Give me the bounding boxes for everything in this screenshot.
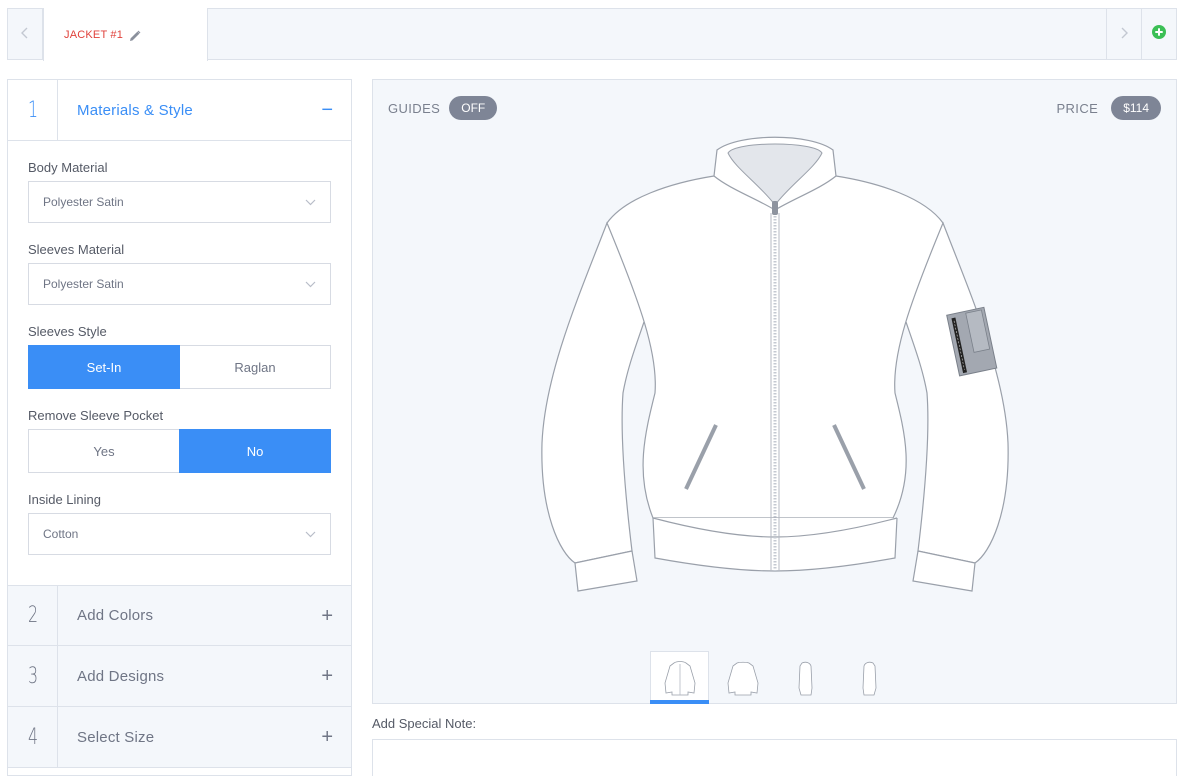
price-label: PRICE — [1056, 100, 1099, 116]
jacket-back-thumb-icon — [727, 661, 758, 695]
sleeves-style-label: Sleeves Style — [28, 324, 107, 339]
section-title: Add Designs — [77, 667, 165, 685]
section-title: Select Size — [77, 728, 155, 746]
body-material-select[interactable]: Polyester Satin — [28, 181, 331, 223]
section-materials-style-body: Body Material Polyester Satin Sleeves Ma… — [8, 141, 351, 585]
special-note-label: Add Special Note: — [372, 716, 477, 731]
sleeves-style-set-in-button[interactable]: Set-In — [28, 345, 180, 389]
tab-next-button[interactable] — [1106, 9, 1141, 59]
thumbnail-back[interactable] — [713, 651, 772, 704]
sleeves-style-toggle: Set-In Raglan — [28, 345, 331, 389]
section-number: 2 — [8, 586, 58, 645]
guides-toggle[interactable]: OFF — [449, 96, 498, 120]
chevron-down-icon — [305, 277, 316, 291]
guides-toggle-group: GUIDES OFF — [388, 96, 498, 120]
jacket-side-thumb-icon — [798, 661, 812, 695]
inside-lining-label: Inside Lining — [28, 492, 101, 507]
sleeves-style-raglan-button[interactable]: Raglan — [180, 345, 331, 389]
price-badge: $114 — [1111, 96, 1161, 120]
expand-icon[interactable]: + — [321, 666, 333, 686]
jacket-preview: GUIDES OFF PRICE $114 — [372, 79, 1177, 704]
inside-lining-value: Cotton — [43, 527, 79, 541]
sleeves-material-label: Sleeves Material — [28, 242, 125, 257]
plus-circle-icon — [1152, 24, 1166, 44]
thumbnail-front[interactable] — [650, 651, 709, 704]
body-material-value: Polyester Satin — [43, 195, 124, 209]
expand-icon[interactable]: + — [321, 606, 333, 626]
body-material-label: Body Material — [28, 160, 108, 175]
section-number: 1 — [8, 80, 58, 140]
chevron-down-icon — [305, 527, 316, 541]
tab-label: JACKET #1 — [64, 28, 124, 41]
remove-pocket-no-button[interactable]: No — [179, 429, 331, 473]
sleeves-material-select[interactable]: Polyester Satin — [28, 263, 331, 305]
jacket-tab-bar: JACKET #1 — [7, 8, 1177, 61]
collapse-icon[interactable]: − — [321, 100, 333, 120]
chevron-down-icon — [305, 195, 316, 209]
sleeves-material-value: Polyester Satin — [43, 277, 124, 291]
jacket-body — [606, 175, 944, 519]
tab-prev-button[interactable] — [8, 9, 43, 59]
section-add-designs-header[interactable]: 3 Add Designs + — [8, 646, 351, 707]
pencil-icon[interactable] — [129, 29, 141, 41]
remove-sleeve-pocket-toggle: Yes No — [28, 429, 331, 473]
inside-lining-select[interactable]: Cotton — [28, 513, 331, 555]
expand-icon[interactable]: + — [321, 727, 333, 747]
view-thumbnails — [650, 651, 898, 704]
section-number: 4 — [8, 707, 58, 767]
remove-pocket-yes-button[interactable]: Yes — [28, 429, 179, 473]
add-jacket-button[interactable] — [1141, 9, 1176, 59]
guides-label: GUIDES — [388, 100, 441, 116]
thumbnail-left-side[interactable] — [776, 651, 835, 704]
jacket-image[interactable] — [540, 133, 1010, 603]
section-add-colors-header[interactable]: 2 Add Colors + — [8, 585, 351, 646]
section-number: 3 — [8, 646, 58, 706]
price-group: PRICE $114 — [1056, 96, 1161, 120]
chevron-right-icon — [1120, 26, 1128, 42]
tab-jacket-1[interactable]: JACKET #1 — [43, 8, 208, 61]
special-note-input[interactable] — [372, 739, 1177, 776]
section-materials-style-header[interactable]: 1 Materials & Style − — [8, 80, 351, 141]
remove-sleeve-pocket-label: Remove Sleeve Pocket — [28, 408, 164, 423]
chevron-left-icon — [21, 26, 29, 42]
thumbnail-right-side[interactable] — [839, 651, 898, 704]
section-title: Materials & Style — [77, 101, 193, 119]
jacket-customizer: JACKET #1 1 Materials & Style − Body Mat… — [0, 0, 1183, 776]
jacket-front-thumb-icon — [664, 660, 695, 695]
section-title: Add Colors — [77, 607, 154, 624]
jacket-side-thumb-icon — [862, 661, 876, 695]
options-panel: 1 Materials & Style − Body Material Poly… — [7, 79, 352, 776]
section-select-size-header[interactable]: 4 Select Size + — [8, 707, 351, 768]
